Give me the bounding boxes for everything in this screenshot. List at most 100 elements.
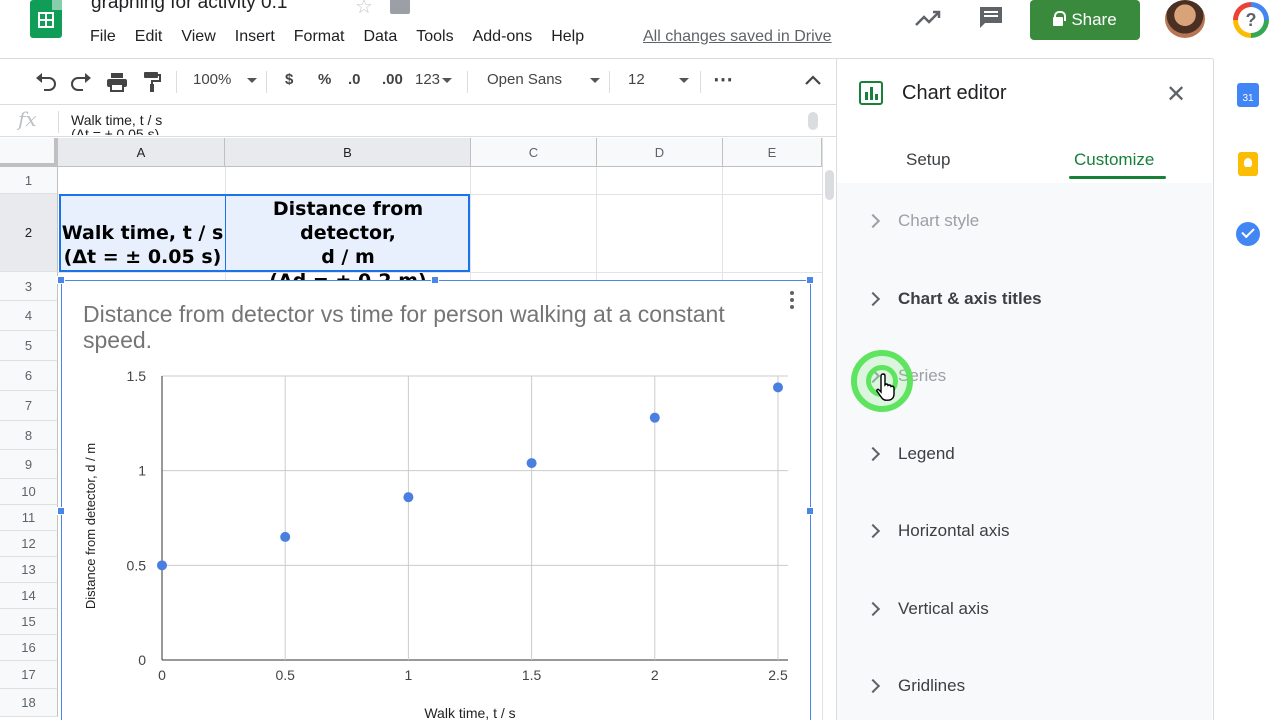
save-status-link[interactable]: All changes saved in Drive (643, 28, 832, 46)
x-axis-label[interactable]: Walk time, t / s (424, 705, 515, 720)
row-header-8[interactable]: 8 (0, 421, 58, 450)
formula-scrollbar[interactable] (808, 112, 818, 130)
chart-title[interactable]: Distance from detector vs time for perso… (83, 301, 733, 353)
menu-tools[interactable]: Tools (416, 28, 453, 46)
sheet-scroll-thumb[interactable] (825, 170, 834, 200)
sheet-vertical-scrollbar[interactable] (822, 138, 836, 720)
resize-handle[interactable] (431, 276, 439, 284)
more-options-button[interactable]: ⋯ (713, 67, 733, 92)
print-icon[interactable] (106, 72, 128, 92)
tab-customize[interactable]: Customize (1074, 150, 1154, 170)
cell-b2-line-2: d / m (321, 246, 375, 268)
document-title[interactable]: graphing for activity 0.1 (91, 0, 287, 14)
zoom-select[interactable]: 100% (193, 71, 258, 88)
currency-format-button[interactable]: $ (285, 71, 293, 88)
row-header-14[interactable]: 14 (0, 583, 58, 609)
fx-icon: fx (18, 107, 37, 131)
star-icon[interactable]: ☆ (355, 0, 373, 19)
section-legend[interactable]: Legend (865, 434, 955, 474)
menu-bar: File Edit View Insert Format Data Tools … (90, 28, 603, 46)
sheets-logo[interactable] (30, 0, 62, 38)
section-chart-axis-titles[interactable]: Chart & axis titles (865, 279, 1042, 319)
column-header-b[interactable]: B (225, 138, 471, 167)
increase-decimal-button[interactable]: .00 (382, 71, 403, 88)
section-vertical-axis[interactable]: Vertical axis (865, 589, 989, 629)
menu-file[interactable]: File (90, 28, 116, 46)
menu-format[interactable]: Format (294, 28, 345, 46)
more-formats-select[interactable]: 123 (415, 71, 453, 88)
tasks-icon[interactable] (1236, 222, 1260, 246)
help-icon[interactable]: ? (1233, 2, 1269, 38)
resize-handle[interactable] (806, 276, 814, 284)
paint-format-icon[interactable] (142, 71, 162, 93)
formula-line-2: (Δt = ± 0.05 s) (71, 126, 160, 135)
chevron-right-icon (865, 213, 881, 229)
sheets-window: graphing for activity 0.1 ☆ File Edit Vi… (0, 0, 1280, 720)
row-header-16[interactable]: 16 (0, 635, 58, 661)
menu-insert[interactable]: Insert (235, 28, 275, 46)
column-header-d[interactable]: D (597, 138, 723, 167)
row-header-12[interactable]: 12 (0, 531, 58, 557)
x-tick-label: 0 (158, 667, 166, 683)
row-header-9[interactable]: 9 (0, 450, 58, 479)
y-tick-label: 1.5 (127, 368, 147, 384)
select-all-corner[interactable] (0, 138, 58, 167)
lock-icon (1053, 11, 1067, 26)
menu-addons[interactable]: Add-ons (473, 28, 533, 46)
row-header-5[interactable]: 5 (0, 331, 58, 361)
row-header-11[interactable]: 11 (0, 505, 58, 531)
y-axis-label[interactable]: Distance from detector, d / m (83, 443, 98, 609)
row-header-10[interactable]: 10 (0, 479, 58, 505)
section-gridlines[interactable]: Gridlines (865, 666, 965, 706)
row-header-7[interactable]: 7 (0, 391, 58, 421)
share-button[interactable]: Share (1030, 0, 1140, 40)
section-horizontal-axis[interactable]: Horizontal axis (865, 511, 1010, 551)
row-header-6[interactable]: 6 (0, 361, 58, 391)
font-select[interactable]: Open Sans (487, 71, 601, 88)
calendar-icon[interactable]: 31 (1237, 83, 1259, 107)
share-label: Share (1071, 10, 1117, 29)
menu-data[interactable]: Data (363, 28, 397, 46)
menu-view[interactable]: View (181, 28, 215, 46)
close-icon[interactable]: ✕ (1166, 83, 1186, 107)
undo-icon[interactable] (35, 72, 57, 92)
row-header-4[interactable]: 4 (0, 301, 58, 331)
row-header-18[interactable]: 18 (0, 689, 58, 717)
decrease-decimal-button[interactable]: .0 (348, 71, 361, 88)
row-header-17[interactable]: 17 (0, 661, 58, 689)
row-header-1[interactable]: 1 (0, 167, 58, 194)
row-header-3[interactable]: 3 (0, 272, 58, 301)
menu-edit[interactable]: Edit (135, 28, 163, 46)
activity-trend-icon[interactable] (915, 8, 941, 28)
row-header-2[interactable]: 2 (0, 194, 58, 272)
cell-a2[interactable]: Walk time, t / s (Δt = ± 0.05 s) (60, 221, 225, 269)
section-chart-style[interactable]: Chart style (865, 201, 979, 241)
row-header-15[interactable]: 15 (0, 609, 58, 635)
x-tick-labels: 0 0.5 1 1.5 2 2.5 (158, 667, 788, 683)
percent-format-button[interactable]: % (318, 71, 331, 88)
comments-icon[interactable] (978, 5, 1004, 29)
y-tick-label: 0.5 (127, 557, 147, 573)
x-tick-label: 1.5 (522, 667, 542, 683)
keep-icon[interactable] (1238, 152, 1258, 176)
chevron-right-icon (865, 601, 881, 617)
y-tick-labels: 0 0.5 1 1.5 (127, 368, 147, 668)
toolbar-separator (467, 71, 468, 93)
menu-help[interactable]: Help (551, 28, 584, 46)
folder-icon[interactable] (390, 0, 410, 14)
font-size-select[interactable]: 12 (628, 71, 689, 88)
tab-setup[interactable]: Setup (906, 150, 950, 170)
account-avatar[interactable] (1165, 0, 1205, 38)
formula-input[interactable]: Walk time, t / s (Δt = ± 0.05 s) (71, 113, 162, 135)
chart-menu-icon[interactable] (789, 291, 795, 311)
resize-handle[interactable] (57, 276, 65, 284)
toolbar-separator (700, 71, 701, 93)
chevron-right-icon (865, 523, 881, 539)
column-header-a[interactable]: A (58, 138, 225, 167)
redo-icon[interactable] (70, 72, 92, 92)
row-header-13[interactable]: 13 (0, 557, 58, 583)
formula-line-1: Walk time, t / s (71, 113, 163, 128)
collapse-toolbar-icon[interactable] (805, 75, 821, 85)
column-header-e[interactable]: E (723, 138, 822, 167)
column-header-c[interactable]: C (471, 138, 597, 167)
